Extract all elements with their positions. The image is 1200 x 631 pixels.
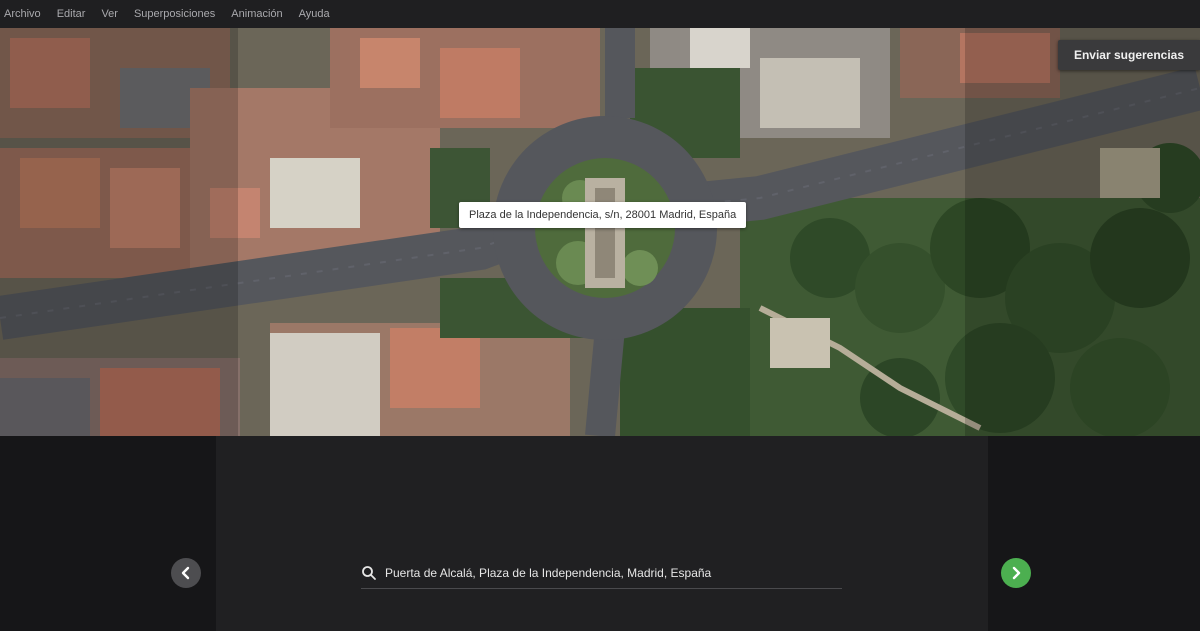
- menu-animacion[interactable]: Animación: [227, 8, 294, 20]
- menu-editar[interactable]: Editar: [53, 8, 98, 20]
- search-icon: [362, 566, 376, 580]
- menu-archivo[interactable]: Archivo: [0, 8, 53, 20]
- menu-bar: Archivo Editar Ver Superposiciones Anima…: [0, 0, 1200, 28]
- bottom-center-panel: [216, 436, 988, 631]
- location-tooltip: Plaza de la Independencia, s/n, 28001 Ma…: [459, 202, 747, 228]
- bottom-panel: Puerta de Alcalá, Plaza de la Independen…: [0, 436, 1200, 631]
- next-button[interactable]: [1001, 558, 1031, 588]
- send-feedback-button[interactable]: Enviar sugerencias: [1058, 40, 1200, 70]
- map-shade-left: [0, 28, 238, 436]
- menu-superposiciones[interactable]: Superposiciones: [130, 8, 227, 20]
- chevron-right-icon: [1012, 566, 1021, 580]
- map-shade-right: [965, 28, 1200, 436]
- search-field[interactable]: Puerta de Alcalá, Plaza de la Independen…: [361, 558, 842, 589]
- menu-ver[interactable]: Ver: [97, 8, 130, 20]
- satellite-map-view[interactable]: Enviar sugerencias Plaza de la Independe…: [0, 28, 1200, 436]
- previous-button[interactable]: [171, 558, 201, 588]
- chevron-left-icon: [181, 566, 190, 580]
- menu-ayuda[interactable]: Ayuda: [295, 8, 342, 20]
- search-input[interactable]: Puerta de Alcalá, Plaza de la Independen…: [385, 566, 711, 580]
